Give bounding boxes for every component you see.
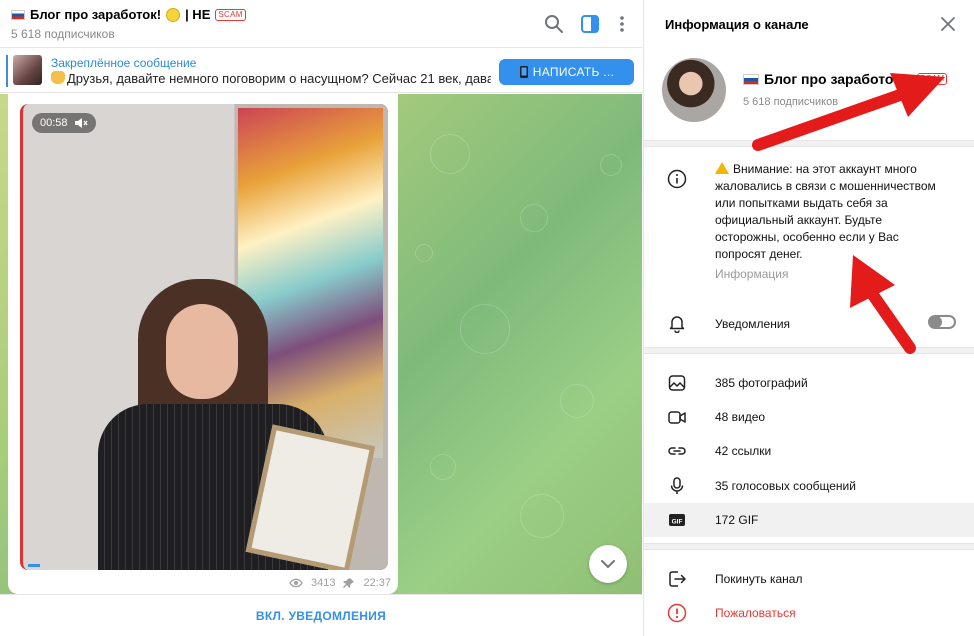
- pinned-thumbnail: [13, 55, 42, 85]
- video-duration-badge[interactable]: 00:58: [32, 113, 96, 133]
- warning-caption: Информация: [715, 267, 789, 281]
- sidebar-toggle-icon[interactable]: [579, 13, 601, 35]
- russia-flag-icon: [743, 73, 759, 85]
- chat-area: Блог про заработок! | НЕ SCAM 5 618 подп…: [0, 0, 642, 636]
- pin-icon: [343, 578, 355, 588]
- panel-channel-name-text: Блог про заработок...: [764, 71, 913, 87]
- scam-badge: SCAM: [917, 73, 948, 85]
- close-icon[interactable]: [940, 16, 956, 32]
- media-gifs[interactable]: 172 GIF: [715, 513, 758, 527]
- write-button[interactable]: НАПИСАТЬ ...: [499, 59, 634, 85]
- pinned-text-row: Друзья, давайте немного поговорим о насу…: [51, 71, 491, 86]
- waving-hand-icon: [51, 71, 65, 84]
- pinned-indicator: [6, 55, 8, 87]
- warning-icon: [715, 162, 729, 174]
- more-menu-icon[interactable]: [611, 13, 633, 35]
- panel-subscriber-count: 5 618 подписчиков: [743, 96, 839, 108]
- svg-text:GIF: GIF: [672, 518, 683, 525]
- video-icon: [668, 411, 686, 424]
- leave-icon: [669, 571, 686, 587]
- scam-warning-text: Внимание: на этот аккаунт много жаловали…: [715, 162, 936, 261]
- photo-icon: [668, 375, 686, 391]
- pinned-title: Закреплённое сообщение: [51, 56, 197, 70]
- channel-avatar[interactable]: [662, 58, 726, 122]
- chat-title: Блог про заработок! | НЕ SCAM: [11, 7, 246, 22]
- phone-icon: [519, 66, 528, 78]
- message-meta: 3413 22:37: [289, 577, 391, 589]
- telegram-window: Блог про заработок! | НЕ SCAM 5 618 подп…: [0, 0, 974, 636]
- views-count: 3413: [311, 577, 336, 589]
- divider: [644, 543, 974, 550]
- scam-badge: SCAM: [215, 8, 246, 21]
- chat-title-suffix: | НЕ: [185, 7, 211, 22]
- notifications-label[interactable]: Уведомления: [715, 317, 790, 331]
- channel-info-panel: Информация о канале Блог про заработок..…: [643, 0, 974, 636]
- chat-header[interactable]: Блог про заработок! | НЕ SCAM 5 618 подп…: [0, 0, 642, 48]
- russia-flag-icon: [11, 9, 25, 20]
- mute-icon[interactable]: [74, 117, 88, 129]
- video-duration: 00:58: [40, 117, 68, 129]
- divider: [644, 140, 974, 147]
- notifications-toggle[interactable]: [928, 315, 956, 329]
- report-channel[interactable]: Пожаловаться: [715, 606, 796, 620]
- media-row-highlight: [644, 503, 974, 537]
- link-icon: [668, 447, 686, 455]
- pinned-text: Друзья, давайте немного поговорим о насу…: [67, 71, 491, 86]
- media-photos[interactable]: 385 фотографий: [715, 376, 808, 390]
- media-voice-messages[interactable]: 35 голосовых сообщений: [715, 479, 856, 493]
- bell-icon: [669, 316, 685, 333]
- video-progress: [28, 564, 40, 567]
- chat-subscriber-count: 5 618 подписчиков: [11, 27, 115, 41]
- media-videos[interactable]: 48 видео: [715, 410, 765, 424]
- search-icon[interactable]: [543, 13, 565, 35]
- panel-header: Информация о канале: [644, 0, 974, 48]
- gif-icon: GIF: [669, 514, 685, 526]
- views-icon: [289, 578, 303, 588]
- write-button-label: НАПИСАТЬ ...: [532, 65, 615, 79]
- scroll-down-button[interactable]: [589, 545, 627, 583]
- lemon-icon: [166, 7, 181, 22]
- message-time: 22:37: [363, 577, 392, 589]
- scam-warning: Внимание: на этот аккаунт много жаловали…: [715, 161, 947, 263]
- divider: [644, 347, 974, 354]
- panel-title: Информация о канале: [665, 17, 809, 32]
- info-icon: [667, 169, 687, 189]
- bottom-bar: ВКЛ. УВЕДОМЛЕНИЯ: [0, 594, 642, 636]
- chevron-down-icon: [601, 560, 615, 569]
- video-message[interactable]: [20, 104, 388, 570]
- panel-channel-name: Блог про заработок... SCAM: [743, 71, 948, 87]
- chat-title-text: Блог про заработок!: [30, 7, 162, 22]
- report-icon: [667, 603, 687, 623]
- leave-channel[interactable]: Покинуть канал: [715, 572, 802, 586]
- unmute-button[interactable]: ВКЛ. УВЕДОМЛЕНИЯ: [0, 609, 642, 623]
- microphone-icon: [670, 477, 684, 494]
- media-links[interactable]: 42 ссылки: [715, 444, 771, 458]
